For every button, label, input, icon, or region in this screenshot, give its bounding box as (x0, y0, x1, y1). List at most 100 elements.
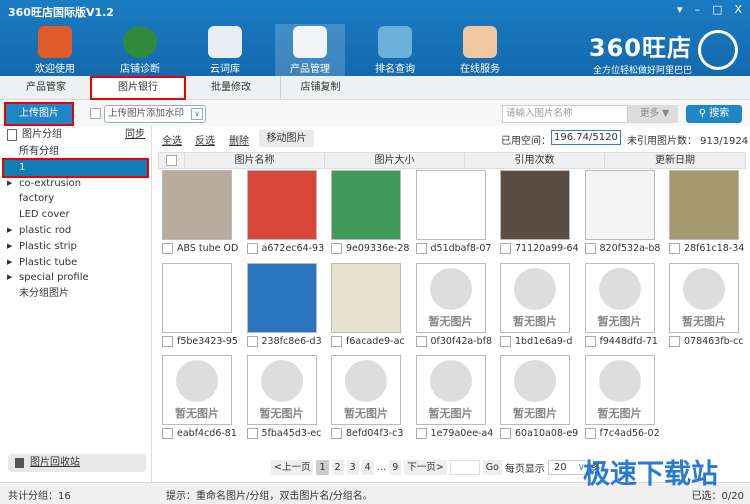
image-card[interactable]: 暂无图片 8efd04f3-c3 (331, 355, 403, 443)
image-checkbox[interactable] (500, 428, 511, 439)
col-ref-count[interactable]: 引用次数 (465, 153, 605, 168)
nav-item-4[interactable]: 排名查询 (360, 24, 430, 76)
nav-item-0[interactable]: 欢迎使用 (20, 24, 90, 76)
image-name[interactable]: f9448dfd-71 (600, 336, 658, 347)
image-checkbox[interactable] (415, 428, 427, 439)
image-card[interactable]: 暂无图片 1bd1e6a9-d (500, 262, 572, 351)
group-item[interactable]: 所有分组 (0, 144, 151, 160)
image-card[interactable]: 暂无图片 078463fb-cc (669, 262, 744, 351)
page-1[interactable]: 1 (316, 460, 329, 475)
image-thumbnail[interactable] (669, 170, 739, 240)
image-name[interactable]: 078463fb-cc (684, 336, 744, 347)
tab-batch-edit[interactable]: 批量修改 (196, 76, 266, 100)
per-page-select[interactable]: 20 ∨ (547, 460, 588, 475)
used-space-value[interactable]: 196.74/5120 (551, 130, 621, 145)
image-thumbnail[interactable] (500, 170, 570, 240)
image-thumbnail[interactable] (331, 170, 401, 240)
group-item[interactable]: LED cover (0, 207, 151, 223)
image-card[interactable]: 暂无图片 1e79a0ee-a4 (415, 355, 493, 443)
expand-arrow-icon[interactable]: ▶ (7, 255, 12, 271)
image-name[interactable]: 0f30f42a-bf8 (431, 336, 493, 347)
menu-icon[interactable]: ▾ (677, 3, 683, 16)
recycle-bin-button[interactable]: 图片回收站 (8, 454, 146, 472)
tab-product-manager[interactable]: 产品管家 (14, 76, 78, 100)
expand-arrow-icon[interactable]: ▶ (7, 223, 12, 239)
tab-image-bank[interactable]: 图片银行 (90, 76, 186, 100)
image-name[interactable]: a672ec64-93 (262, 243, 325, 254)
next-page-button[interactable]: 下一页> (404, 460, 447, 475)
image-name[interactable]: f5be3423-95 (177, 336, 238, 347)
search-button[interactable]: ⚲ 搜索 (686, 105, 742, 123)
image-checkbox[interactable] (669, 243, 680, 254)
image-name[interactable]: 5fba45d3-ec (262, 428, 322, 439)
image-name[interactable]: ABS tube OD (177, 243, 238, 254)
image-thumbnail[interactable] (415, 170, 486, 240)
image-card[interactable]: 暂无图片 f7c4ad56-02 (584, 355, 660, 443)
delete-link[interactable]: 删除 (229, 132, 249, 147)
image-thumbnail[interactable] (584, 170, 655, 240)
image-name[interactable]: eabf4cd6-81 (177, 428, 237, 439)
image-card[interactable]: 暂无图片 60a10a08-e9 (500, 355, 578, 443)
image-checkbox[interactable] (246, 335, 258, 347)
no-image-placeholder[interactable]: 暂无图片 (331, 355, 401, 425)
image-checkbox[interactable] (331, 335, 342, 347)
page-9[interactable]: 9 (389, 460, 402, 475)
image-name[interactable]: 8efd04f3-c3 (346, 428, 403, 439)
tab-store-copy[interactable]: 店铺复制 (280, 76, 360, 100)
select-all-link[interactable]: 全选 (162, 132, 182, 147)
image-thumbnail[interactable] (162, 262, 232, 333)
group-item[interactable]: 1 (2, 157, 149, 178)
image-checkbox[interactable] (331, 428, 342, 439)
invert-selection-link[interactable]: 反选 (195, 132, 215, 147)
image-thumbnail[interactable] (246, 170, 317, 240)
header-checkbox[interactable] (166, 154, 177, 166)
group-item[interactable]: factory (0, 191, 151, 207)
nav-item-3[interactable]: 产品管理 (275, 24, 345, 76)
group-item[interactable]: 未分组图片 (0, 286, 151, 302)
image-name[interactable]: 238fc8e6-d3 (262, 336, 322, 347)
image-card[interactable]: 9e09336e-28 (331, 170, 409, 258)
image-checkbox[interactable] (331, 243, 342, 254)
go-button[interactable]: Go (482, 460, 502, 475)
upload-image-button[interactable]: 上传图片 (4, 102, 74, 126)
page-2[interactable]: 2 (331, 460, 344, 475)
no-image-placeholder[interactable]: 暂无图片 (415, 262, 486, 333)
image-name[interactable]: f6acade9-ac (346, 336, 405, 347)
image-card[interactable]: 暂无图片 eabf4cd6-81 (162, 355, 237, 443)
watermark-select[interactable]: 上传图片添加水印 ∨ (104, 105, 206, 123)
image-checkbox[interactable] (246, 243, 258, 254)
image-checkbox[interactable] (246, 428, 258, 439)
image-card[interactable]: a672ec64-93 (246, 170, 324, 258)
image-thumbnail[interactable] (162, 170, 232, 240)
chevron-down-icon[interactable]: ∨ (191, 108, 203, 120)
image-card[interactable]: 暂无图片 5fba45d3-ec (246, 355, 322, 443)
no-image-placeholder[interactable]: 暂无图片 (584, 262, 655, 333)
image-card[interactable]: 28f61c18-34 (669, 170, 744, 258)
image-name[interactable]: 60a10a08-e9 (515, 428, 578, 439)
expand-arrow-icon[interactable]: ▶ (7, 176, 12, 192)
expand-arrow-icon[interactable]: ▶ (7, 270, 12, 286)
image-checkbox[interactable] (415, 335, 427, 347)
image-card[interactable]: d51dbaf8-07 (415, 170, 491, 258)
no-image-placeholder[interactable]: 暂无图片 (500, 262, 570, 333)
move-images-button[interactable]: 移动图片 (259, 130, 314, 147)
image-checkbox[interactable] (162, 243, 173, 254)
no-image-placeholder[interactable]: 暂无图片 (246, 355, 317, 425)
image-checkbox[interactable] (500, 335, 511, 347)
image-name[interactable]: d51dbaf8-07 (431, 243, 492, 254)
page-jump-input[interactable] (449, 460, 480, 475)
image-checkbox[interactable] (162, 335, 173, 347)
col-image-size[interactable]: 图片大小 (325, 153, 465, 168)
image-checkbox[interactable] (415, 243, 427, 254)
image-checkbox[interactable] (500, 243, 511, 254)
minimize-icon[interactable]: – (695, 3, 701, 16)
prev-page-button[interactable]: <上一页 (271, 460, 314, 475)
image-name[interactable]: 28f61c18-34 (684, 243, 744, 254)
image-card[interactable]: 71120a99-64 (500, 170, 578, 258)
no-image-placeholder[interactable]: 暂无图片 (669, 262, 739, 333)
group-item[interactable]: ▶ Plastic strip (0, 239, 151, 255)
image-card[interactable]: 暂无图片 0f30f42a-bf8 (415, 262, 492, 351)
image-checkbox[interactable] (162, 428, 173, 439)
group-item[interactable]: ▶ special profile (0, 270, 151, 286)
image-name[interactable]: f7c4ad56-02 (600, 428, 660, 439)
